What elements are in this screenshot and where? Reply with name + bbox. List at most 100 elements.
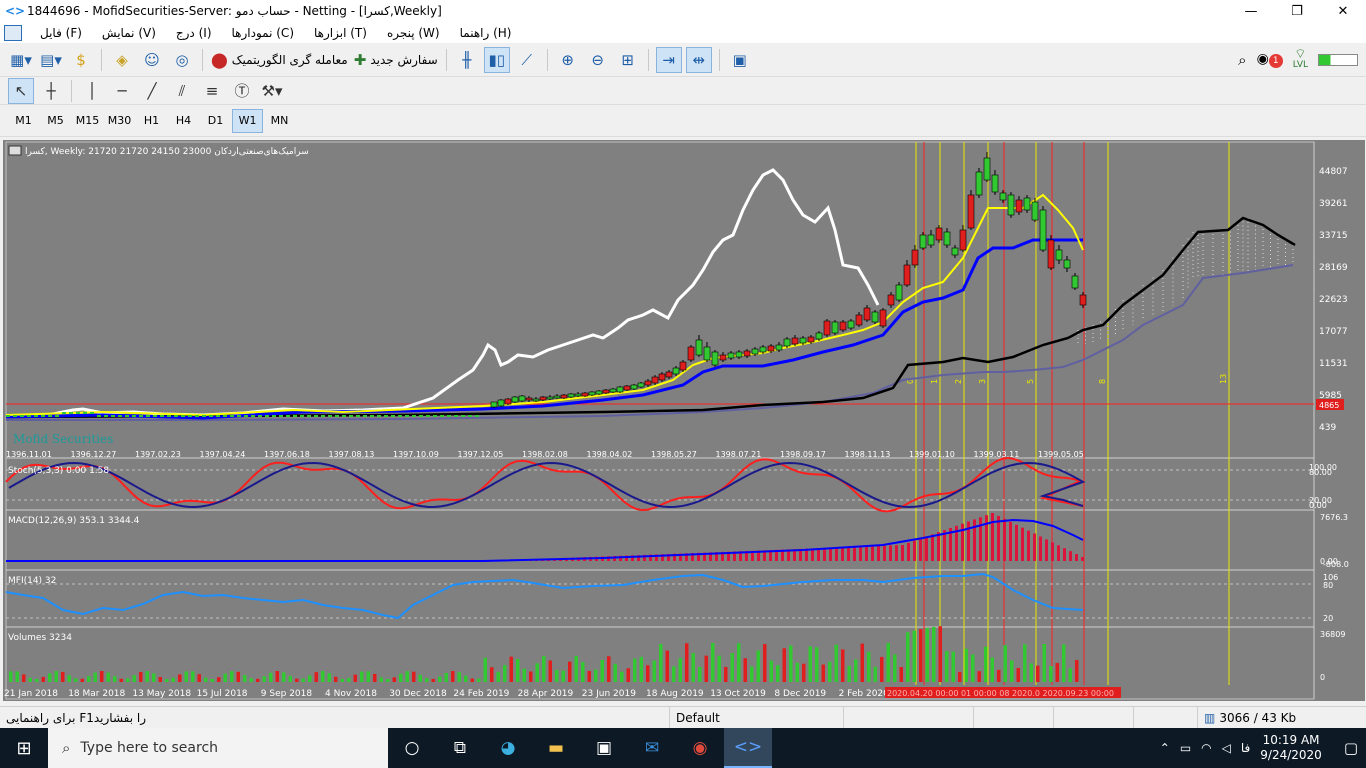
menu-insert[interactable]: درج (I): [166, 26, 222, 40]
timeframe-m1[interactable]: M1: [8, 109, 39, 133]
timeframe-d1[interactable]: D1: [200, 109, 231, 133]
line-chart-button[interactable]: ⟋: [514, 47, 540, 73]
chart-menu-icon[interactable]: [8, 145, 22, 156]
profiles-button[interactable]: ▤▾: [38, 47, 64, 73]
chart-window-icon[interactable]: [4, 24, 22, 41]
volume-bar: [165, 678, 169, 682]
algo-trading-button[interactable]: ⬤ معامله گری الگوریتمیک: [210, 47, 349, 73]
volume-icon[interactable]: ◁: [1222, 741, 1231, 755]
autoscroll-button[interactable]: ⇥: [655, 46, 682, 73]
volume-bar: [308, 675, 312, 682]
chart-canvas[interactable]: 0 1 2 3 5 8 13 کسرا, Weekly: 21720 21720 24150…: [3, 140, 1365, 701]
status-empty: [844, 706, 974, 729]
crosshair-button[interactable]: ┼: [38, 78, 64, 104]
chevron-up-icon[interactable]: ⌃: [1160, 741, 1170, 755]
timeframe-mn[interactable]: MN: [264, 109, 295, 133]
candle-body: [1055, 249, 1063, 261]
volume-bar: [659, 644, 663, 682]
zoom-out-button[interactable]: ⊖: [585, 47, 611, 73]
red-vertical-lines[interactable]: [923, 142, 1085, 685]
candle-body: [879, 309, 887, 327]
cursor-button[interactable]: ↖: [8, 77, 34, 104]
taskbar-search[interactable]: ⌕ Type here to search: [48, 728, 388, 768]
chart-window[interactable]: 0 1 2 3 5 8 13 کسرا, Weekly: 21720 21720 24150…: [3, 140, 1365, 701]
menu-view[interactable]: نمایش (V): [92, 26, 166, 40]
volume-bar: [997, 669, 1001, 682]
menu-help[interactable]: راهنما (H): [450, 26, 522, 40]
volume-bar: [587, 670, 591, 682]
minimize-button[interactable]: —: [1228, 0, 1274, 22]
window-title: 1844696 - MofidSecurities-Server: حساب د…: [27, 4, 442, 18]
search-icon[interactable]: ⌕: [1238, 51, 1246, 69]
language-indicator[interactable]: فا: [1241, 741, 1250, 755]
new-order-button[interactable]: ✚ سفارش جدید: [353, 47, 439, 73]
edge-button[interactable]: ◕: [484, 728, 532, 768]
close-button[interactable]: ✕: [1320, 0, 1366, 22]
market-watch-button[interactable]: $: [68, 47, 94, 73]
timeframe-w1[interactable]: W1: [232, 108, 263, 133]
menu-tools[interactable]: ابزارها (T): [304, 26, 377, 40]
start-button[interactable]: ⊞: [0, 728, 48, 768]
candle-body: [279, 415, 283, 417]
equidistant-channel-button[interactable]: ⫽: [169, 78, 195, 104]
zoom-in-button[interactable]: ⊕: [555, 47, 581, 73]
menu-file[interactable]: فایل (F): [30, 26, 92, 40]
battery-icon[interactable]: ▭: [1180, 741, 1191, 755]
price-scale[interactable]: 44807 39261 33715 28169 22623 17077 1153…: [1319, 167, 1348, 433]
volume-bar: [776, 665, 780, 682]
shapes-dropdown-button[interactable]: ⚒▾: [259, 78, 285, 104]
volume-bar: [763, 644, 767, 682]
volume-bar: [139, 671, 143, 682]
candle-body: [609, 388, 617, 393]
mail-button[interactable]: ✉: [628, 728, 676, 768]
trendline-button[interactable]: ╱: [139, 78, 165, 104]
wifi-icon[interactable]: ◠: [1201, 741, 1211, 755]
bar-chart-button[interactable]: ╫: [454, 47, 480, 73]
volume-bar: [633, 658, 637, 682]
clock-time: 10:19 AM: [1262, 733, 1320, 747]
highlighted-date-label: 2020.04.20 00:00 01 00:00 08 2020.0 2020…: [887, 689, 1114, 698]
timeframe-m15[interactable]: M15: [72, 109, 103, 133]
level-indicator[interactable]: ⌔ LVL: [1293, 48, 1308, 70]
volume-bar: [600, 660, 604, 682]
templates-button[interactable]: ▣: [727, 47, 753, 73]
trading-app-button[interactable]: <>: [724, 728, 772, 768]
clock[interactable]: 10:19 AM 9/24/2020: [1260, 733, 1322, 763]
timeframe-m5[interactable]: M5: [40, 109, 71, 133]
vertical-line-button[interactable]: │: [79, 78, 105, 104]
store-button[interactable]: ▣: [580, 728, 628, 768]
candle-body: [735, 351, 743, 358]
chart-shift-button[interactable]: ⇹: [685, 46, 712, 73]
volume-bar: [412, 671, 416, 682]
chrome-button[interactable]: ◉: [676, 728, 724, 768]
file-explorer-button[interactable]: ▬: [532, 728, 580, 768]
volume-bar: [295, 678, 299, 682]
candle-body: [293, 415, 297, 417]
fibonacci-button[interactable]: ≡: [199, 78, 225, 104]
maximize-button[interactable]: ❐: [1274, 0, 1320, 22]
timeframe-h4[interactable]: H4: [168, 109, 199, 133]
data-window-button[interactable]: ◈: [109, 47, 135, 73]
menu-window[interactable]: پنجره (W): [377, 26, 450, 40]
notification-center-icon[interactable]: ▢: [1344, 739, 1358, 757]
task-view-button[interactable]: ⧉: [436, 728, 484, 768]
menu-charts[interactable]: نمودارها (C): [222, 26, 305, 40]
notifications-button[interactable]: ◉ 1: [1257, 51, 1283, 68]
macd-histogram-bar: [913, 540, 916, 561]
candlestick-button[interactable]: ▮▯: [483, 46, 510, 73]
horizontal-line-button[interactable]: ─: [109, 78, 135, 104]
tile-windows-button[interactable]: ⊞: [615, 47, 641, 73]
candle-body: [412, 415, 416, 417]
candle-body: [440, 415, 444, 417]
traffic-indicator[interactable]: ▥ 3066 / 43 Kb: [1198, 707, 1302, 729]
timeframe-h1[interactable]: H1: [136, 109, 167, 133]
text-button[interactable]: Ⓣ: [229, 78, 255, 104]
fibonacci-time-zones[interactable]: 0 1 2 3 5 8 13: [906, 142, 1230, 685]
candle-body: [370, 415, 374, 417]
timeframe-m30[interactable]: M30: [104, 109, 135, 133]
signals-button[interactable]: ◎: [169, 47, 195, 73]
new-chart-button[interactable]: ▦▾: [8, 47, 34, 73]
cortana-button[interactable]: ○: [388, 728, 436, 768]
navigator-button[interactable]: ☺: [139, 47, 165, 73]
volume-bar: [743, 658, 747, 682]
